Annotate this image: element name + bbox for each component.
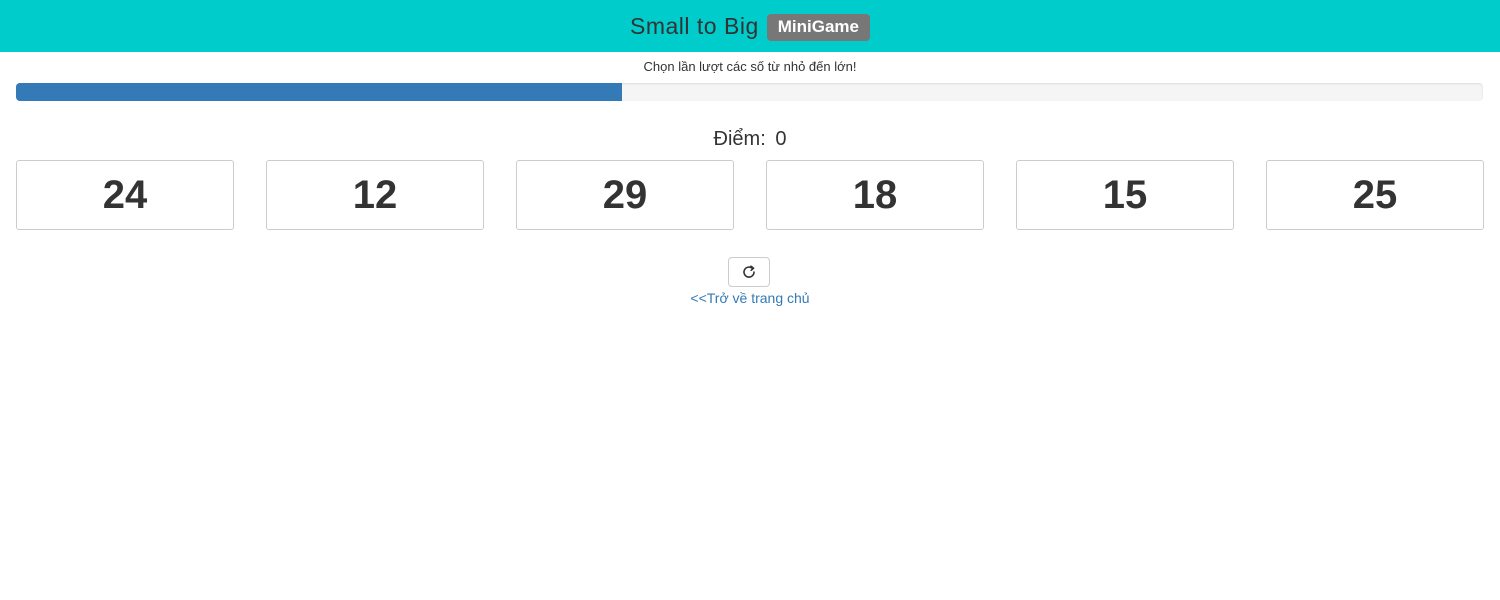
- number-tile[interactable]: 15: [1016, 160, 1234, 230]
- header-bar: Small to Big MiniGame: [0, 0, 1500, 52]
- refresh-icon: [743, 265, 755, 278]
- number-tile[interactable]: 18: [766, 160, 984, 230]
- score-display: Điểm: 0: [0, 128, 1500, 151]
- score-label: Điểm:: [713, 128, 766, 150]
- minigame-badge: MiniGame: [766, 14, 870, 41]
- score-value: 0: [775, 128, 787, 150]
- refresh-button[interactable]: [728, 257, 770, 287]
- home-link-row: <<Trở về trang chủ: [0, 290, 1500, 306]
- number-tile[interactable]: 12: [266, 160, 484, 230]
- instruction-text: Chọn lần lượt các số từ nhỏ đến lớn!: [643, 59, 857, 74]
- number-tiles: 24 12 29 18 15 25: [16, 160, 1484, 230]
- game-title: Small to Big: [630, 12, 759, 39]
- back-to-home-link[interactable]: <<Trở về trang chủ: [690, 290, 809, 306]
- progress-bar: [16, 83, 1483, 101]
- number-tile[interactable]: 29: [516, 160, 734, 230]
- number-tile[interactable]: 24: [16, 160, 234, 230]
- number-tile[interactable]: 25: [1266, 160, 1484, 230]
- progress-bar-fill: [16, 83, 622, 101]
